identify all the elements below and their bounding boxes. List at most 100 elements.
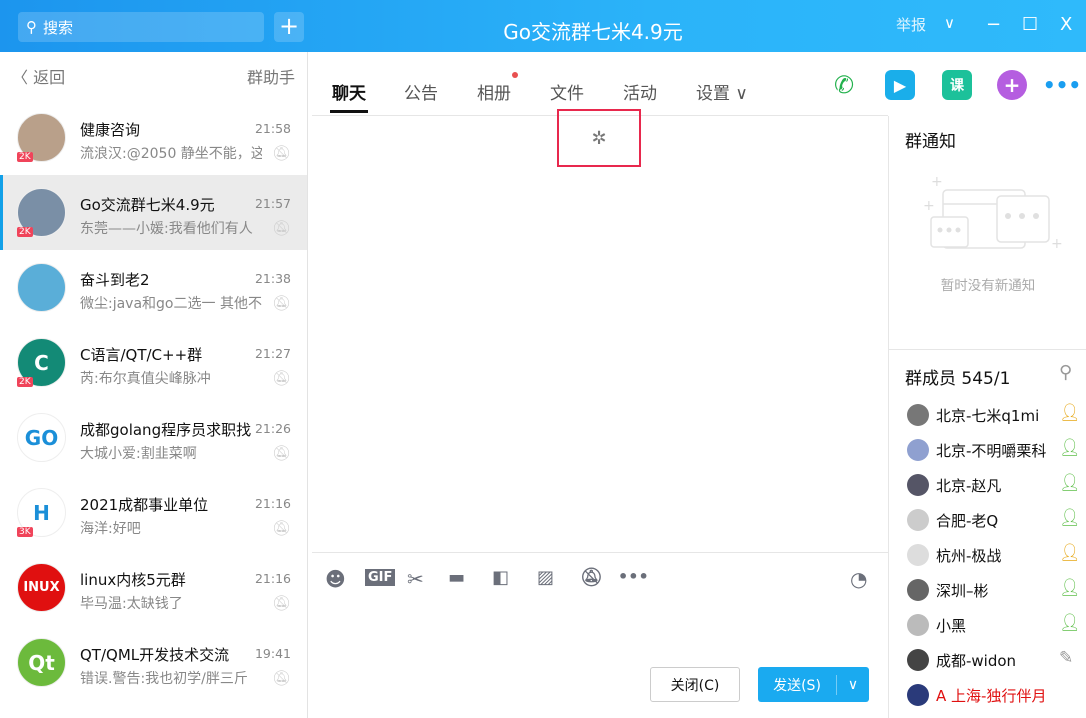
mute-icon: 🔕︎ xyxy=(271,519,291,537)
more-tools-icon[interactable]: ••• xyxy=(618,567,649,586)
back-button[interactable]: 〈 返回 xyxy=(12,64,65,88)
member-avatar xyxy=(907,439,929,461)
conversation-preview: 东莞——小媛:我看他们有人 xyxy=(80,221,253,237)
tab-album[interactable]: 相册 xyxy=(477,79,511,104)
member-item[interactable]: 深圳–彬 👤︎ xyxy=(905,573,1086,608)
member-avatar xyxy=(907,614,929,636)
conversation-name: QT/QML开发技术交流 xyxy=(80,646,230,664)
tab-files[interactable]: 文件 xyxy=(550,79,584,104)
conversation-time: 21:16 xyxy=(254,571,291,586)
add-button[interactable]: + xyxy=(274,12,304,42)
conversation-item[interactable]: 2K 健康咨询 21:58 流浪汉:@2050 静坐不能，这 🔕︎ xyxy=(0,100,307,175)
conversation-name: C语言/QT/C++群 xyxy=(80,346,203,364)
search-placeholder: 搜索 xyxy=(43,18,74,37)
owner-role-icon: 👤︎ xyxy=(1059,403,1081,423)
search-input[interactable]: ⚲ 搜索 xyxy=(18,12,264,42)
member-role-icon: 👤︎ xyxy=(1059,508,1081,528)
conversation-time: 21:57 xyxy=(254,196,291,211)
window-title: Go交流群七米4.9元 xyxy=(503,20,683,44)
member-item[interactable]: 合肥-老Q 👤︎ xyxy=(905,503,1086,538)
loading-spinner-icon: ✲ xyxy=(557,109,641,167)
member-avatar xyxy=(907,474,929,496)
empty-notice-icon: + + + xyxy=(923,174,1063,252)
emoji-icon[interactable]: ☻ xyxy=(325,567,346,591)
conversation-item[interactable]: GO 成都golang程序员求职找 21:26 大城小爱:割韭菜啊 🔕︎ xyxy=(0,400,307,475)
conversation-preview: 流浪汉:@2050 静坐不能，这 xyxy=(80,146,262,162)
member-item[interactable]: 小黑 👤︎ xyxy=(905,608,1086,643)
member-avatar xyxy=(907,579,929,601)
level-badge: 2K xyxy=(17,152,33,162)
scissors-icon[interactable]: ✂ xyxy=(407,567,424,591)
folder-icon[interactable]: ▬ xyxy=(448,567,465,588)
message-input[interactable] xyxy=(312,602,888,662)
minimize-button[interactable]: − xyxy=(986,14,1001,35)
mute-icon: 🔕︎ xyxy=(271,669,291,687)
member-search-icon[interactable]: ⚲ xyxy=(1059,362,1072,383)
bell-off-icon[interactable]: 🔕︎ xyxy=(580,567,603,588)
group-avatar[interactable]: GO xyxy=(17,413,66,462)
member-name: 小黑 xyxy=(936,617,967,635)
conversation-item[interactable]: H 3K 2021成都事业单位 21:16 海洋:好吧 🔕︎ xyxy=(0,475,307,550)
mute-icon: 🔕︎ xyxy=(271,219,291,237)
file-icon[interactable]: ◧ xyxy=(492,567,509,588)
add-app-icon[interactable]: + xyxy=(997,70,1027,100)
send-options-icon[interactable]: ∨ xyxy=(836,674,869,695)
conversation-time: 21:26 xyxy=(254,421,291,436)
maximize-button[interactable]: ☐ xyxy=(1022,14,1038,35)
conversation-preview: 大城小爱:割韭菜啊 xyxy=(80,446,197,462)
conversation-preview: 海洋:好吧 xyxy=(80,521,141,537)
member-item[interactable]: 北京-不明嚼栗科 👤︎ xyxy=(905,433,1086,468)
tab-settings[interactable]: 设置 ∨ xyxy=(696,79,748,104)
member-item[interactable]: 成都-widon ✎ xyxy=(905,643,1086,678)
conversation-item[interactable]: C 2K C语言/QT/C++群 21:27 芮:布尔真值尖峰脉冲 🔕︎ xyxy=(0,325,307,400)
member-avatar xyxy=(907,544,929,566)
tab-activity[interactable]: 活动 xyxy=(623,79,657,104)
group-helper-button[interactable]: 群助手 xyxy=(247,64,295,88)
group-avatar[interactable]: INUX xyxy=(17,563,66,612)
conversation-time: 21:38 xyxy=(254,271,291,286)
group-avatar[interactable] xyxy=(17,263,66,312)
member-name: 杭州-极战 xyxy=(936,547,1002,565)
group-avatar[interactable]: Qt xyxy=(17,638,66,687)
mute-icon: 🔕︎ xyxy=(271,369,291,387)
input-toolbar: ☻ GIF ✂ ▬ ◧ ▨ 🔕︎ ••• ◔ xyxy=(312,552,888,602)
conversation-list: 〈 返回 群助手 2K 健康咨询 21:58 流浪汉:@2050 静坐不能，这 🔕… xyxy=(0,52,308,718)
conversation-item[interactable]: 奋斗到老2 21:38 微尘:java和go二选一 其他不 🔕︎ xyxy=(0,250,307,325)
conversation-time: 21:16 xyxy=(254,496,291,511)
edit-role-icon: ✎ xyxy=(1059,648,1074,668)
conversation-name: 健康咨询 xyxy=(80,121,141,139)
member-name: 成都-widon xyxy=(936,652,1017,670)
conversation-item[interactable]: 2K Go交流群七米4.9元 21:57 东莞——小媛:我看他们有人 🔕︎ xyxy=(0,175,307,250)
voice-call-icon[interactable]: ✆ xyxy=(829,70,859,100)
conversation-preview: 毕马温:太缺钱了 xyxy=(80,596,183,612)
conversation-item[interactable]: INUX linux内核5元群 21:16 毕马温:太缺钱了 🔕︎ xyxy=(0,550,307,625)
close-button[interactable]: X xyxy=(1060,14,1072,35)
member-item[interactable]: 杭州-极战 👤︎ xyxy=(905,538,1086,573)
conversation-name: 奋斗到老2 xyxy=(80,271,150,289)
image-icon[interactable]: ▨ xyxy=(537,567,554,588)
conversation-item[interactable]: Qt QT/QML开发技术交流 19:41 错误.警告:我也初学/胖三斤 🔕︎ xyxy=(0,625,307,700)
tab-announcement[interactable]: 公告 xyxy=(404,79,438,104)
member-name: A 上海-独行伴月 xyxy=(936,687,1047,705)
report-button[interactable]: 举报 xyxy=(896,14,926,35)
conversation-time: 19:41 xyxy=(254,646,291,661)
member-role-icon: 👤︎ xyxy=(1059,578,1081,598)
member-item[interactable]: A 上海-独行伴月 xyxy=(905,678,1086,713)
mute-icon: 🔕︎ xyxy=(271,594,291,612)
video-call-icon[interactable]: ▶ xyxy=(885,70,915,100)
send-button[interactable]: 发送(S) ∨ xyxy=(758,667,869,702)
more-icon[interactable]: ••• xyxy=(1043,70,1081,100)
course-icon[interactable]: 课 xyxy=(942,70,972,100)
member-item[interactable]: 北京-赵凡 👤︎ xyxy=(905,468,1086,503)
history-icon[interactable]: ◔ xyxy=(850,567,867,591)
tab-chat[interactable]: 聊天 xyxy=(330,79,368,113)
gif-icon[interactable]: GIF xyxy=(365,569,396,586)
conversation-time: 21:58 xyxy=(254,121,291,136)
level-badge: 3K xyxy=(17,527,33,537)
title-bar: ⚲ 搜索 + Go交流群七米4.9元 举报 ∨ − ☐ X xyxy=(0,0,1086,52)
close-chat-button[interactable]: 关闭(C) xyxy=(650,667,740,702)
group-info-panel: 群通知 + + + 暂时没有新通知 群成员 545/1 ⚲ 北京-七米q1mi 👤︎ … xyxy=(888,116,1086,718)
dropdown-icon[interactable]: ∨ xyxy=(944,14,955,32)
member-item[interactable]: 北京-七米q1mi 👤︎ xyxy=(905,398,1086,433)
chat-tabs: 聊天 公告 相册 文件 活动 设置 ∨ xyxy=(312,52,888,116)
